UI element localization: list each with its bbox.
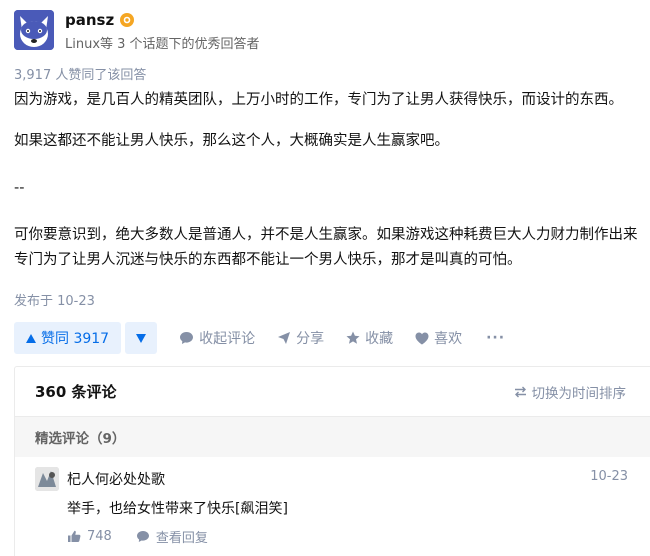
comment-like-count: 748	[87, 529, 112, 544]
author-name[interactable]: pansz	[65, 11, 114, 29]
triangle-up-icon	[26, 333, 36, 343]
view-replies-label: 查看回复	[155, 531, 208, 546]
comment-date: 10-23	[590, 469, 628, 484]
vote-down-button[interactable]	[125, 322, 158, 354]
favorite-label: 收藏	[365, 331, 394, 347]
swap-icon	[514, 386, 526, 397]
comment-actions: 748 查看回复	[67, 527, 208, 546]
fox-avatar-icon	[14, 10, 54, 50]
triangle-down-icon	[136, 333, 147, 343]
author-header: pansz Linux等 3 个话题下的优秀回答者	[14, 10, 260, 52]
vote-up-button[interactable]: 赞同 3917	[14, 322, 122, 354]
star-icon	[346, 331, 360, 344]
heart-icon	[415, 332, 429, 344]
comment-text: 举手，也给女性带来了快乐[飙泪笑]	[67, 501, 288, 517]
view-replies-button[interactable]: 查看回复	[136, 527, 208, 546]
answer-paragraph: 因为游戏，是几百人的精英团队，上万小时的工作，专门为了让男人获得快乐，而设计的东…	[14, 92, 623, 108]
answer-paragraph: 专门为了让男人沉迷与快乐的东西都不能让一个男人快乐，那才是叫真的可怕。	[14, 252, 522, 268]
share-label: 分享	[296, 331, 325, 347]
author-avatar[interactable]	[14, 10, 54, 50]
reply-bubble-icon	[136, 531, 149, 542]
vote-summary: 3,917 人赞同了该回答	[14, 68, 147, 83]
commenter-name[interactable]: 杞人何必处处歌	[67, 469, 165, 489]
featured-comments-label: 精选评论（9）	[15, 417, 650, 457]
answer-paragraph: 可你要意识到，绝大多数人是普通人，并不是人生赢家。如果游戏这种耗费巨大人力财力制…	[14, 227, 638, 243]
comments-count-title: 360 条评论	[35, 383, 117, 401]
author-description: Linux等 3 个话题下的优秀回答者	[65, 37, 260, 52]
comment-icon	[180, 332, 194, 344]
answer-separator: --	[14, 180, 25, 196]
switch-sort-label: 切换为时间排序	[531, 385, 627, 402]
share-icon	[278, 332, 291, 344]
commenter-avatar[interactable]	[35, 467, 59, 491]
answer-paragraph: 如果这都还不能让男人快乐，那么这个人，大概确实是人生赢家吧。	[14, 133, 449, 149]
like-label: 喜欢	[434, 331, 463, 347]
answer-content: 因为游戏，是几百人的精英团队，上万小时的工作，专门为了让男人获得快乐，而设计的东…	[14, 88, 638, 273]
avatar-image-icon	[35, 467, 59, 491]
comments-panel: 360 条评论 切换为时间排序 精选评论（9） 杞人何必处处歌 10-23 举手…	[14, 366, 650, 556]
switch-sort-button[interactable]: 切换为时间排序	[514, 382, 631, 402]
action-bar: 赞同 3917 收起评论 分享 收藏 喜欢 ···	[14, 322, 505, 354]
vote-up-label: 赞同 3917	[41, 331, 110, 347]
more-button[interactable]: ···	[486, 330, 505, 346]
collapse-comments-label: 收起评论	[199, 331, 256, 347]
publish-time[interactable]: 发布于 10-23	[14, 290, 95, 309]
verified-badge-icon	[120, 13, 135, 27]
comment-like-button[interactable]: 748	[67, 529, 112, 544]
thumbs-up-icon	[68, 530, 81, 542]
share-button[interactable]: 分享	[277, 328, 324, 348]
like-button[interactable]: 喜欢	[415, 328, 462, 348]
favorite-button[interactable]: 收藏	[346, 328, 393, 348]
collapse-comments-button[interactable]: 收起评论	[179, 328, 255, 348]
comments-header: 360 条评论 切换为时间排序	[15, 367, 650, 417]
